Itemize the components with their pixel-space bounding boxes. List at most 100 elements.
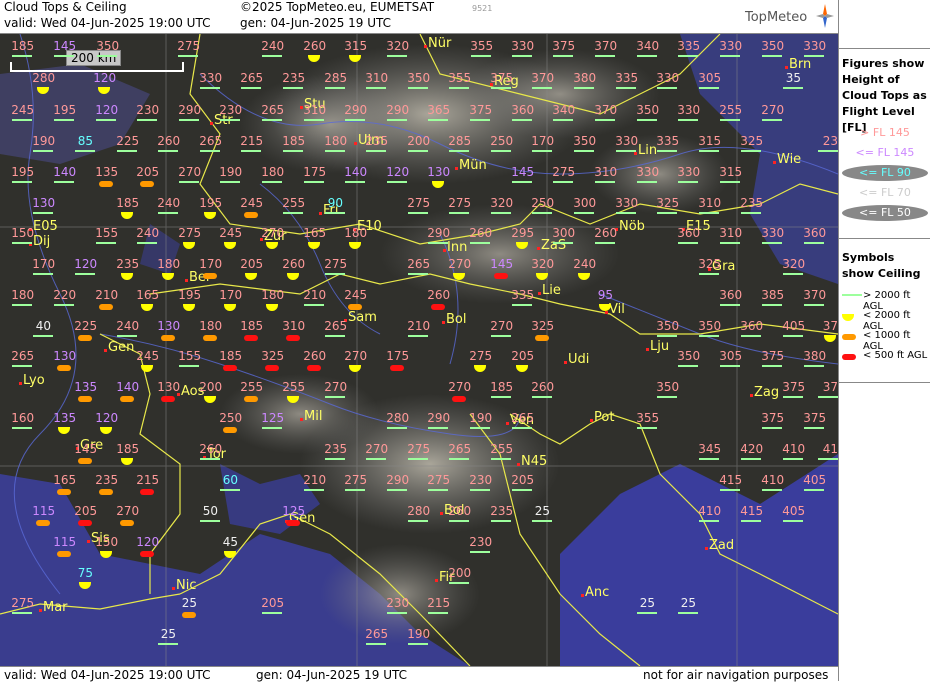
cloud-top-value: 210 — [303, 288, 327, 302]
footer-disclaimer: not for air navigation purposes — [643, 668, 829, 682]
city-marker — [319, 212, 322, 215]
cloud-top-value: 380 — [573, 71, 597, 85]
cloud-top-value: 310 — [698, 196, 722, 210]
ceiling-symbol-green — [762, 304, 782, 306]
city-marker — [39, 609, 42, 612]
legend-level-label: <= FL 70 — [859, 186, 911, 199]
ceiling-symbol-green — [262, 181, 282, 183]
cloud-top-value: 225 — [116, 134, 140, 148]
ceiling-symbol-green — [387, 119, 407, 121]
cloud-top-value: 350 — [636, 103, 660, 117]
ceiling-symbol-green — [96, 119, 116, 121]
legend-symbol-green — [842, 294, 862, 296]
ceiling-symbol-green — [637, 181, 657, 183]
city-marker — [300, 418, 303, 421]
cloud-top-value: 250 — [531, 196, 555, 210]
cloud-top-value: 245 — [11, 103, 35, 117]
cloud-top-value: 200 — [407, 134, 431, 148]
cloud-top-value: 360 — [719, 288, 743, 302]
ceiling-symbol-green — [408, 150, 428, 152]
cloud-top-value: 200 — [199, 380, 223, 394]
cloud-top-value: 330 — [615, 196, 639, 210]
ceiling-symbol-red — [286, 335, 300, 341]
city-marker — [354, 142, 357, 145]
cloud-top-value: 165 — [303, 226, 327, 240]
city-marker — [581, 594, 584, 597]
ceiling-symbol-green — [470, 119, 490, 121]
cloud-top-value: 330 — [511, 39, 535, 53]
ceiling-symbol-green — [699, 520, 719, 522]
cloud-top-value: 120 — [95, 411, 119, 425]
ceiling-symbol-orange — [244, 212, 258, 218]
city-label: Anc — [585, 585, 610, 600]
city-label: N45 — [521, 454, 548, 469]
city-label: Nür — [428, 36, 452, 51]
cloud-top-value: 120 — [93, 71, 117, 85]
ceiling-symbol-green — [325, 458, 345, 460]
ceiling-symbol-orange — [535, 335, 549, 341]
ceiling-symbol-green — [491, 150, 511, 152]
ceiling-symbol-orange — [57, 489, 71, 495]
ceiling-symbol-green — [471, 55, 491, 57]
ceiling-symbol-green — [818, 458, 838, 460]
legend-divider — [839, 238, 930, 239]
ceiling-symbol-orange — [78, 458, 92, 464]
city-label: Nic — [176, 578, 197, 593]
ceiling-symbol-green — [741, 212, 761, 214]
city-label: Mar — [43, 600, 68, 615]
cloud-top-value: 180 — [157, 257, 181, 271]
cloud-top-value: 235 — [365, 134, 389, 148]
ceiling-symbol-red — [431, 304, 445, 310]
cloud-top-value: 255 — [282, 380, 306, 394]
ceiling-symbol-green — [387, 55, 407, 57]
ceiling-symbol-orange — [348, 304, 362, 310]
cloud-top-value: 140 — [344, 165, 368, 179]
cloud-top-value: 350 — [698, 319, 722, 333]
ceiling-symbol-orange — [244, 396, 258, 402]
cloud-top-value: 260 — [303, 349, 327, 363]
cloud-top-value: 85 — [77, 134, 94, 148]
cloud-top-value: 165 — [136, 288, 160, 302]
ceiling-symbol-green — [179, 119, 199, 121]
ceiling-symbol-green — [304, 119, 324, 121]
cloud-top-value: 410 — [698, 504, 722, 518]
city-marker — [172, 587, 175, 590]
cloud-top-value: 340 — [636, 39, 660, 53]
ceiling-symbol-green — [408, 458, 428, 460]
ceiling-symbol-green — [532, 520, 552, 522]
cloud-top-value: 240 — [116, 319, 140, 333]
cloud-top-value: 320 — [386, 39, 410, 53]
city-label: Udi — [568, 352, 590, 367]
satellite-map[interactable]: 200 km NürRegBrnStuStrUlmLinMünWieFriE10… — [0, 34, 838, 666]
ceiling-symbol-green — [345, 119, 365, 121]
ceiling-symbol-green — [449, 582, 469, 584]
cloud-top-value: 37 — [822, 380, 838, 394]
ceiling-symbol-green — [532, 150, 552, 152]
cloud-top-value: 205 — [511, 473, 535, 487]
city-marker — [87, 540, 90, 543]
city-marker — [785, 66, 788, 69]
ceiling-symbol-green — [616, 212, 636, 214]
city-marker — [564, 361, 567, 364]
ceiling-symbol-green — [532, 396, 552, 398]
ceiling-symbol-green — [12, 427, 32, 429]
ceiling-symbol-green — [54, 119, 74, 121]
cloud-top-value: 270 — [261, 226, 285, 240]
ceiling-symbol-green — [54, 181, 74, 183]
cloud-top-value: 25 — [534, 504, 551, 518]
cloud-top-value: 360 — [740, 319, 764, 333]
cloud-top-value: 330 — [199, 71, 223, 85]
cloud-top-value: 215 — [240, 134, 264, 148]
cloud-top-value: 45 — [222, 535, 239, 549]
ceiling-symbol-green — [428, 427, 448, 429]
city-label: Mün — [459, 158, 487, 173]
cloud-top-value: 315 — [344, 39, 368, 53]
cloud-top-value: 410 — [761, 473, 785, 487]
cloud-top-value: 180 — [199, 319, 223, 333]
ceiling-symbol-green — [720, 489, 740, 491]
cloud-top-value: 215 — [427, 596, 451, 610]
ceiling-symbol-green — [657, 335, 677, 337]
ceiling-symbol-green — [449, 520, 469, 522]
ceiling-symbol-green — [179, 365, 199, 367]
ceiling-symbol-green — [616, 87, 636, 89]
